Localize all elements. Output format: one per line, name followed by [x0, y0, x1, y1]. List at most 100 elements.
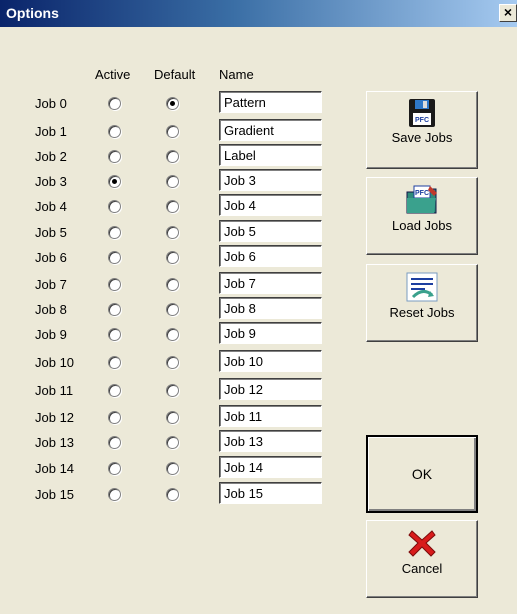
- job-label: Job 2: [35, 149, 67, 164]
- default-radio[interactable]: [166, 175, 179, 188]
- active-radio[interactable]: [108, 328, 121, 341]
- floppy-disk-icon: PFC: [409, 99, 435, 127]
- window-title: Options: [6, 5, 59, 21]
- job-name-input[interactable]: [219, 272, 322, 294]
- job-row: Job 5: [0, 220, 340, 246]
- save-jobs-button[interactable]: PFC Save Jobs: [366, 91, 478, 169]
- job-name-input[interactable]: [219, 169, 322, 191]
- job-label: Job 3: [35, 174, 67, 189]
- job-name-input[interactable]: [219, 245, 322, 267]
- job-name-input[interactable]: [219, 456, 322, 478]
- load-icon-text: PFC: [415, 190, 429, 197]
- reset-jobs-button[interactable]: Reset Jobs: [366, 264, 478, 342]
- default-radio[interactable]: [166, 303, 179, 316]
- job-name-input[interactable]: [219, 322, 322, 344]
- default-radio[interactable]: [166, 328, 179, 341]
- job-row: Job 1: [0, 119, 340, 145]
- job-row: Job 2: [0, 144, 340, 170]
- job-label: Job 4: [35, 199, 67, 214]
- active-radio[interactable]: [108, 462, 121, 475]
- job-label: Job 5: [35, 225, 67, 240]
- job-row: Job 9: [0, 322, 340, 348]
- default-radio[interactable]: [166, 278, 179, 291]
- save-icon-text: PFC: [415, 117, 429, 124]
- active-radio[interactable]: [108, 278, 121, 291]
- active-radio[interactable]: [108, 303, 121, 316]
- active-radio[interactable]: [108, 436, 121, 449]
- job-label: Job 14: [35, 461, 75, 476]
- red-x-icon: [408, 530, 436, 557]
- job-row: Job 10: [0, 350, 340, 376]
- job-label: Job 10: [35, 355, 75, 370]
- cancel-label: Cancel: [401, 561, 443, 576]
- job-label: Job 6: [35, 250, 67, 265]
- default-radio[interactable]: [166, 226, 179, 239]
- job-row: Job 6: [0, 245, 340, 271]
- active-radio[interactable]: [108, 356, 121, 369]
- save-jobs-label: Save Jobs: [391, 130, 453, 145]
- active-radio[interactable]: [108, 488, 121, 501]
- reset-jobs-label: Reset Jobs: [389, 305, 455, 320]
- job-name-input[interactable]: [219, 91, 322, 113]
- job-label: Job 1: [35, 124, 67, 139]
- active-radio[interactable]: [108, 200, 121, 213]
- job-row: Job 14: [0, 456, 340, 482]
- job-label: Job 15: [35, 487, 75, 502]
- job-label: Job 7: [35, 277, 67, 292]
- title-bar[interactable]: Options ×: [0, 0, 517, 27]
- active-radio[interactable]: [108, 125, 121, 138]
- job-row: Job 7: [0, 272, 340, 298]
- ok-button[interactable]: OK: [366, 435, 478, 513]
- job-name-input[interactable]: [219, 144, 322, 166]
- folder-icon: PFC: [406, 185, 437, 214]
- job-name-input[interactable]: [219, 350, 322, 372]
- default-radio[interactable]: [166, 200, 179, 213]
- default-radio[interactable]: [166, 356, 179, 369]
- job-label: Job 13: [35, 435, 75, 450]
- active-radio[interactable]: [108, 175, 121, 188]
- load-jobs-button[interactable]: PFC Load Jobs: [366, 177, 478, 255]
- active-radio[interactable]: [108, 251, 121, 264]
- job-row: Job 13: [0, 430, 340, 456]
- job-label: Job 12: [35, 410, 75, 425]
- active-radio[interactable]: [108, 411, 121, 424]
- default-radio[interactable]: [166, 488, 179, 501]
- job-name-input[interactable]: [219, 220, 322, 242]
- job-name-input[interactable]: [219, 482, 322, 504]
- header-name: Name: [219, 67, 254, 82]
- job-name-input[interactable]: [219, 378, 322, 400]
- default-radio[interactable]: [166, 436, 179, 449]
- job-name-input[interactable]: [219, 430, 322, 452]
- default-radio[interactable]: [166, 125, 179, 138]
- close-icon: ×: [503, 4, 513, 20]
- job-row: Job 4: [0, 194, 340, 220]
- job-label: Job 11: [35, 383, 74, 398]
- active-radio[interactable]: [108, 97, 121, 110]
- default-radio[interactable]: [166, 411, 179, 424]
- job-row: Job 15: [0, 482, 340, 508]
- default-radio[interactable]: [166, 150, 179, 163]
- load-jobs-label: Load Jobs: [392, 218, 452, 233]
- default-radio[interactable]: [166, 251, 179, 264]
- close-button[interactable]: ×: [499, 4, 517, 22]
- active-radio[interactable]: [108, 226, 121, 239]
- job-label: Job 8: [35, 302, 67, 317]
- header-default: Default: [154, 67, 196, 82]
- job-name-input[interactable]: [219, 194, 322, 216]
- default-radio[interactable]: [166, 462, 179, 475]
- active-radio[interactable]: [108, 150, 121, 163]
- job-label: Job 9: [35, 327, 67, 342]
- job-name-input[interactable]: [219, 119, 322, 141]
- active-radio[interactable]: [108, 384, 121, 397]
- job-row: Job 12: [0, 405, 340, 431]
- job-name-input[interactable]: [219, 405, 322, 427]
- default-radio[interactable]: [166, 384, 179, 397]
- job-name-input[interactable]: [219, 297, 322, 319]
- reset-icon: [406, 272, 438, 302]
- job-label: Job 0: [35, 96, 67, 111]
- default-radio[interactable]: [166, 97, 179, 110]
- options-dialog: Options × Active Default Name Job 0 Job 1…: [0, 0, 517, 614]
- cancel-button[interactable]: Cancel: [366, 520, 478, 598]
- job-row: Job 11: [0, 378, 340, 404]
- job-row: Job 8: [0, 297, 340, 323]
